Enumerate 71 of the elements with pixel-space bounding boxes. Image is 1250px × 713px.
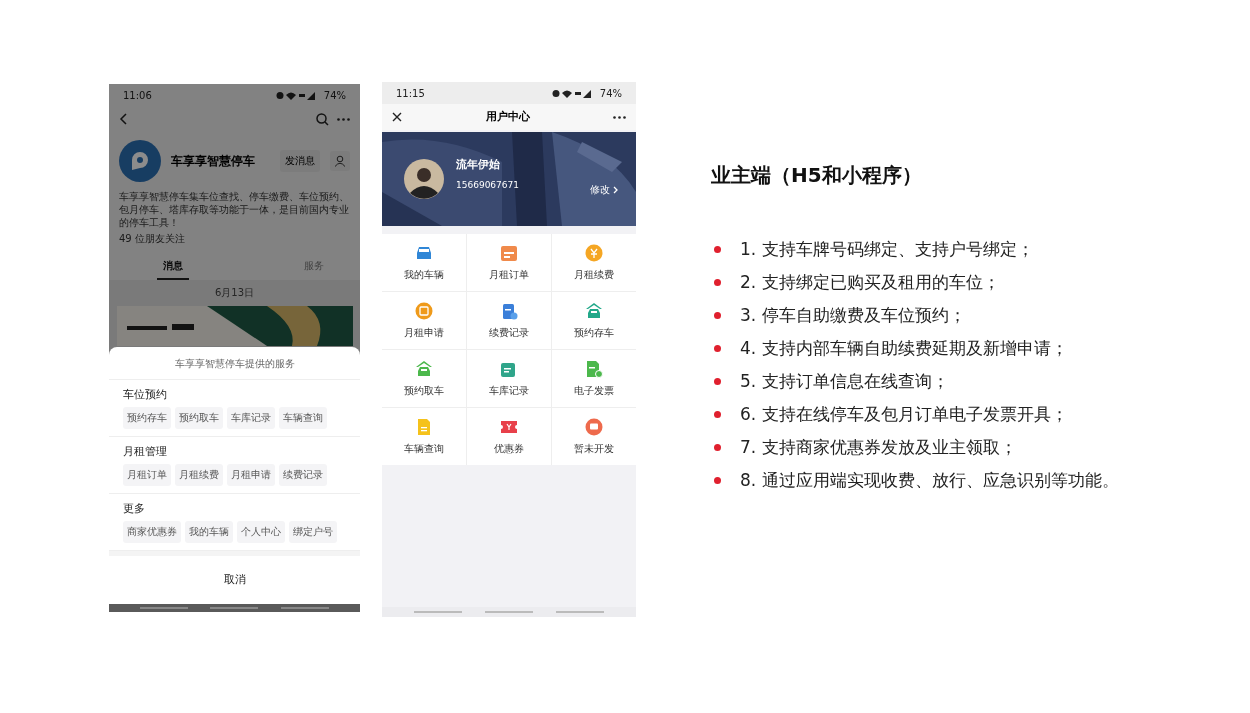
menu-tile[interactable]: 我的车辆 xyxy=(382,234,466,291)
search-icon[interactable] xyxy=(316,112,329,126)
bullet-icon xyxy=(714,312,721,319)
bullet-icon xyxy=(714,345,721,352)
close-icon[interactable] xyxy=(392,112,402,122)
sheet-title: 车享享智慧停车提供的服务 xyxy=(109,347,360,380)
service-chip[interactable]: 预约存车 xyxy=(123,407,171,429)
menu-tile[interactable]: 预约存车 xyxy=(552,292,636,349)
bullet-icon xyxy=(714,279,721,286)
menu-tile[interactable]: 车库记录 xyxy=(467,350,551,407)
bullet-icon xyxy=(714,378,721,385)
service-chip[interactable]: 我的车辆 xyxy=(185,521,233,543)
feature-point: 5. 支持订单信息在线查询； xyxy=(740,371,949,392)
menu-tile[interactable]: 月租订单 xyxy=(467,234,551,291)
menu-tile[interactable]: 续费记录 xyxy=(467,292,551,349)
service-chip[interactable]: 月租订单 xyxy=(123,464,171,486)
menu-tile[interactable]: 优惠券 xyxy=(467,408,551,465)
battery-level: 74% xyxy=(599,87,622,99)
menu-tile[interactable]: 月租申请 xyxy=(382,292,466,349)
bullet-icon xyxy=(714,444,721,451)
service-chip[interactable]: 绑定户号 xyxy=(289,521,337,543)
person-icon xyxy=(334,155,346,167)
profile-button[interactable] xyxy=(330,151,350,171)
user-phone: 15669067671 xyxy=(456,179,519,190)
menu-tile[interactable]: 预约取车 xyxy=(382,350,466,407)
feature-point: 4. 支持内部车辆自助续费延期及新增申请； xyxy=(740,338,1068,359)
feature-point: 7. 支持商家优惠券发放及业主领取； xyxy=(740,437,1017,458)
slide-title: 业主端（H5和小程序） xyxy=(711,162,923,189)
status-time: 11:15 xyxy=(396,87,425,99)
chevron-icon xyxy=(613,186,618,194)
menu-tile[interactable]: 电子发票 xyxy=(552,350,636,407)
service-chip[interactable]: 车库记录 xyxy=(227,407,275,429)
service-chip[interactable]: 商家优惠券 xyxy=(123,521,181,543)
user-name: 流年伊始 xyxy=(456,156,501,172)
service-chip[interactable]: 预约取车 xyxy=(175,407,223,429)
message-date: 6月13日 xyxy=(213,286,256,300)
feature-point: 6. 支持在线停车及包月订单电子发票开具； xyxy=(740,404,1068,425)
tab[interactable]: 消息 xyxy=(157,252,189,280)
service-chip[interactable]: 月租申请 xyxy=(227,464,275,486)
edit-link[interactable]: 修改 xyxy=(590,183,618,197)
service-chip[interactable]: 月租续费 xyxy=(175,464,223,486)
account-name: 车享享智慧停车 xyxy=(171,152,256,170)
followers-count: 49 位朋友关注 xyxy=(118,232,186,246)
menu-tile[interactable]: 月租续费 xyxy=(552,234,636,291)
logo-icon xyxy=(119,140,161,182)
menu-tile[interactable]: 车辆查询 xyxy=(382,408,466,465)
bullet-icon xyxy=(714,477,721,484)
status-icons-drawing xyxy=(275,90,316,100)
feature-point: 8. 通过应用端实现收费、放行、应急识别等功能。 xyxy=(740,470,1119,491)
send-message-button[interactable]: 发消息 xyxy=(280,150,320,172)
service-chip[interactable]: 续费记录 xyxy=(279,464,327,486)
more-icon[interactable] xyxy=(613,115,626,119)
status-time: 11:06 xyxy=(123,89,152,101)
section-title: 更多 xyxy=(123,502,146,516)
battery-level: 74% xyxy=(323,89,346,101)
service-chip[interactable]: 车辆查询 xyxy=(279,407,327,429)
feature-point: 1. 支持车牌号码绑定、支持户号绑定； xyxy=(740,239,1034,260)
feature-point: 2. 支持绑定已购买及租用的车位； xyxy=(740,272,1000,293)
section-title: 月租管理 xyxy=(123,445,168,459)
section-title: 车位预约 xyxy=(123,388,168,402)
cancel-button[interactable]: 取消 xyxy=(109,556,360,604)
bullet-icon xyxy=(714,411,721,418)
page-title: 用户中心 xyxy=(485,110,530,124)
service-chip[interactable]: 个人中心 xyxy=(237,521,285,543)
account-description: 车享享智慧停车集车位查找、停车缴费、车位预约、包月停车、塔库存取等功能于一体，是目前国内专业的停车工具！ xyxy=(119,190,350,229)
feature-point: 3. 停车自助缴费及车位预约； xyxy=(740,305,966,326)
back-icon[interactable] xyxy=(119,113,127,125)
avatar xyxy=(404,159,444,199)
menu-tile[interactable]: 暂未开发 xyxy=(552,408,636,465)
bullet-icon xyxy=(714,246,721,253)
status-icons-drawing xyxy=(551,88,592,98)
